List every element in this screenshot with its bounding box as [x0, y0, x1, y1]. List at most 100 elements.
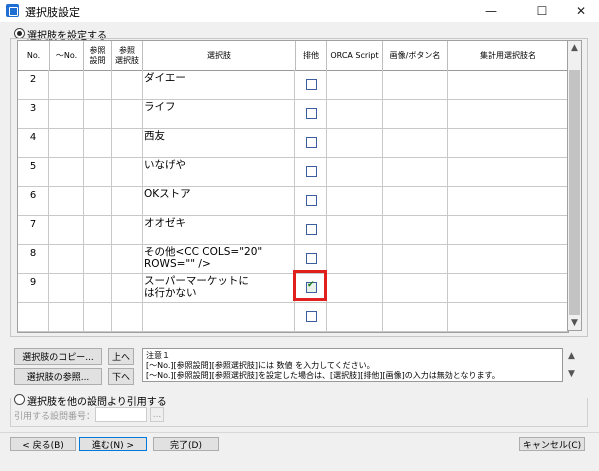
note-scroll-down-icon[interactable]: ▼ — [565, 368, 578, 380]
choice-text[interactable]: ライフ — [143, 99, 295, 128]
row-number[interactable] — [18, 302, 49, 331]
scrollbar-thumb[interactable] — [569, 70, 580, 315]
choice-text[interactable]: ダイエー — [143, 70, 295, 99]
grid-cell[interactable] — [327, 273, 383, 302]
finish-button[interactable]: 完了(D) — [153, 437, 219, 451]
exclusive-checkbox[interactable] — [306, 311, 317, 322]
grid-cell[interactable] — [50, 157, 84, 186]
grid-cell[interactable] — [383, 128, 448, 157]
grid-cell[interactable] — [84, 128, 112, 157]
exclusive-cell[interactable] — [296, 215, 327, 244]
exclusive-cell[interactable] — [296, 157, 327, 186]
grid-cell[interactable] — [327, 128, 383, 157]
choice-text[interactable]: OKストア — [143, 186, 295, 215]
exclusive-checkbox[interactable] — [306, 108, 317, 119]
note-scroll-up-icon[interactable]: ▲ — [565, 350, 578, 362]
choice-text[interactable]: 西友 — [143, 128, 295, 157]
grid-cell[interactable] — [84, 244, 112, 273]
scroll-down-icon[interactable]: ▼ — [568, 317, 581, 329]
row-number[interactable]: 7 — [18, 215, 49, 244]
grid-cell[interactable] — [448, 157, 568, 186]
copy-choices-button[interactable]: 選択肢のコピー... — [14, 348, 102, 365]
table-row[interactable]: 5 いなげや — [18, 157, 568, 187]
table-row[interactable]: 2 ダイエー — [18, 70, 568, 100]
grid-cell[interactable] — [383, 302, 448, 331]
grid-cell[interactable] — [383, 215, 448, 244]
grid-cell[interactable] — [327, 186, 383, 215]
exclusive-cell[interactable] — [296, 99, 327, 128]
grid-cell[interactable] — [112, 99, 143, 128]
grid-cell[interactable] — [448, 215, 568, 244]
grid-cell[interactable] — [50, 186, 84, 215]
reference-choices-button[interactable]: 選択肢の参照... — [14, 368, 102, 385]
minimize-button[interactable]: — — [476, 0, 506, 22]
cite-question-input[interactable] — [95, 407, 147, 422]
grid-cell[interactable] — [112, 244, 143, 273]
grid-cell[interactable] — [84, 186, 112, 215]
grid-cell[interactable] — [84, 273, 112, 302]
grid-cell[interactable] — [50, 273, 84, 302]
col-header-orca-script[interactable]: ORCA Script — [327, 41, 383, 71]
grid-cell[interactable] — [327, 99, 383, 128]
exclusive-checkbox[interactable] — [306, 166, 317, 177]
table-row[interactable]: 4 西友 — [18, 128, 568, 158]
move-up-button[interactable]: 上へ — [108, 348, 134, 365]
maximize-button[interactable]: ☐ — [527, 0, 557, 22]
grid-cell[interactable] — [84, 302, 112, 331]
col-header-exclusive[interactable]: 排他 — [296, 41, 327, 71]
choice-text[interactable]: その他<CC COLS="20" ROWS="" /> — [143, 244, 295, 273]
row-number[interactable]: 8 — [18, 244, 49, 273]
scroll-up-icon[interactable]: ▲ — [568, 42, 581, 54]
exclusive-cell[interactable] — [296, 128, 327, 157]
grid-cell[interactable] — [327, 244, 383, 273]
table-row[interactable]: 3 ライフ — [18, 99, 568, 129]
row-number[interactable]: 9 — [18, 273, 49, 302]
grid-cell[interactable] — [448, 128, 568, 157]
exclusive-checkbox[interactable] — [306, 195, 317, 206]
row-number[interactable]: 3 — [18, 99, 49, 128]
exclusive-cell[interactable] — [296, 244, 327, 273]
grid-cell[interactable] — [448, 70, 568, 99]
col-header-ref-question[interactable]: 参照 設問 — [84, 41, 112, 71]
close-button[interactable]: ✕ — [566, 0, 596, 22]
note-scrollbar[interactable]: ▲ ▼ — [565, 348, 580, 382]
grid-cell[interactable] — [50, 70, 84, 99]
grid-cell[interactable] — [112, 215, 143, 244]
grid-cell[interactable] — [84, 99, 112, 128]
row-number[interactable]: 2 — [18, 70, 49, 99]
row-number[interactable]: 4 — [18, 128, 49, 157]
table-row[interactable]: 6 OKストア — [18, 186, 568, 216]
choice-text[interactable]: オオゼキ — [143, 215, 295, 244]
grid-cell[interactable] — [383, 244, 448, 273]
grid-cell[interactable] — [50, 244, 84, 273]
grid-cell[interactable] — [112, 128, 143, 157]
choice-text[interactable]: スーパーマーケットに は行かない — [143, 273, 295, 302]
cancel-button[interactable]: キャンセル(C) — [519, 437, 585, 451]
grid-cell[interactable] — [50, 302, 84, 331]
grid-cell[interactable] — [383, 273, 448, 302]
grid-cell[interactable] — [50, 128, 84, 157]
grid-cell[interactable] — [327, 70, 383, 99]
grid-scrollbar[interactable]: ▲ ▼ — [567, 40, 582, 331]
col-header-image-button[interactable]: 画像/ボタン名 — [383, 41, 448, 71]
grid-cell[interactable] — [50, 99, 84, 128]
choice-text[interactable] — [143, 302, 295, 331]
grid-cell[interactable] — [112, 302, 143, 331]
next-button[interactable]: 進む(N) > — [79, 437, 147, 451]
grid-cell[interactable] — [327, 157, 383, 186]
exclusive-checkbox[interactable] — [306, 79, 317, 90]
grid-cell[interactable] — [112, 186, 143, 215]
grid-cell[interactable] — [383, 186, 448, 215]
back-button[interactable]: < 戻る(B) — [10, 437, 76, 451]
grid-cell[interactable] — [84, 157, 112, 186]
exclusive-checkbox[interactable] — [306, 137, 317, 148]
exclusive-checkbox[interactable] — [306, 224, 317, 235]
row-number[interactable]: 5 — [18, 157, 49, 186]
move-down-button[interactable]: 下へ — [108, 368, 134, 385]
grid-cell[interactable] — [448, 273, 568, 302]
col-header-summary-choice[interactable]: 集計用選択肢名 — [448, 41, 568, 71]
grid-cell[interactable] — [448, 244, 568, 273]
grid-cell[interactable] — [383, 99, 448, 128]
grid-cell[interactable] — [112, 273, 143, 302]
grid-cell[interactable] — [327, 302, 383, 331]
